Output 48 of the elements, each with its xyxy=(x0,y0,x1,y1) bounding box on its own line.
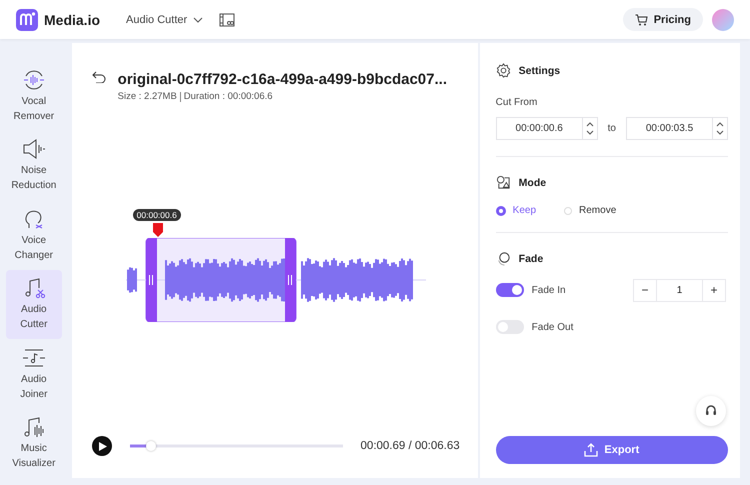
mode-heading: Mode xyxy=(518,176,546,188)
sidebar-item[interactable]: Noise Reduction xyxy=(6,130,62,200)
playhead-marker-icon[interactable] xyxy=(152,223,163,237)
mode-radio[interactable]: Keep xyxy=(496,205,536,216)
logo-text: Media.io xyxy=(44,12,100,28)
upload-icon xyxy=(584,443,598,457)
settings-icon xyxy=(496,63,511,78)
chevron-down-icon[interactable] xyxy=(586,130,594,136)
play-icon xyxy=(98,442,107,450)
logo-icon xyxy=(16,8,38,30)
marker-time-tooltip: 00:00:00.6 xyxy=(132,209,181,221)
file-name: original-0c7ff792-c16a-499a-a499-b9bcdac07... xyxy=(118,71,447,88)
cart-icon xyxy=(634,14,648,26)
start-time-field[interactable]: 00:00:00.6 xyxy=(496,117,598,140)
fade-icon xyxy=(496,251,511,266)
support-button[interactable] xyxy=(696,396,726,426)
settings-heading: Settings xyxy=(518,64,560,76)
export-button[interactable]: Export xyxy=(496,436,728,464)
fade-heading: Fade xyxy=(518,252,544,264)
sidebar-item[interactable]: Audio Joiner xyxy=(6,339,62,408)
file-duration: Duration : 00:00:06.6 xyxy=(184,91,273,102)
trim-handle[interactable] xyxy=(284,238,296,322)
toggle-switch[interactable] xyxy=(496,283,524,297)
sidebar-item[interactable]: Vocal Remover xyxy=(6,61,62,130)
pricing-button[interactable]: Pricing xyxy=(622,8,703,31)
chevron-up-icon[interactable] xyxy=(586,122,594,127)
film-scissors-icon[interactable] xyxy=(219,12,236,26)
chevron-down-icon[interactable] xyxy=(716,130,724,136)
play-button[interactable] xyxy=(92,436,112,456)
mode-radio[interactable]: Remove xyxy=(564,205,616,216)
undo-icon[interactable] xyxy=(92,71,106,83)
shapes-icon xyxy=(496,175,511,190)
sidebar-item[interactable]: Voice Changer xyxy=(6,200,62,270)
end-time-field[interactable]: 00:00:03.5 xyxy=(626,117,728,140)
to-label: to xyxy=(608,123,616,134)
tool-dropdown[interactable]: Audio Cutter xyxy=(124,12,206,28)
toggle-label: Fade In xyxy=(532,284,567,296)
chevron-up-icon[interactable] xyxy=(716,122,724,127)
toggle-label: Fade Out xyxy=(532,322,574,332)
trim-handle[interactable] xyxy=(146,238,157,322)
tool-icon xyxy=(20,137,47,162)
chevron-down-icon xyxy=(193,16,204,22)
headset-icon xyxy=(704,404,718,418)
sidebar-item[interactable]: Audio Cutter xyxy=(6,270,62,339)
cut-from-label: Cut From xyxy=(496,97,538,108)
playback-time: 00:00.69 / 00:06.63 xyxy=(360,440,460,452)
sidebar-item[interactable]: Music Visualizer xyxy=(6,408,62,478)
file-size: Size : 2.27MB xyxy=(118,91,177,102)
